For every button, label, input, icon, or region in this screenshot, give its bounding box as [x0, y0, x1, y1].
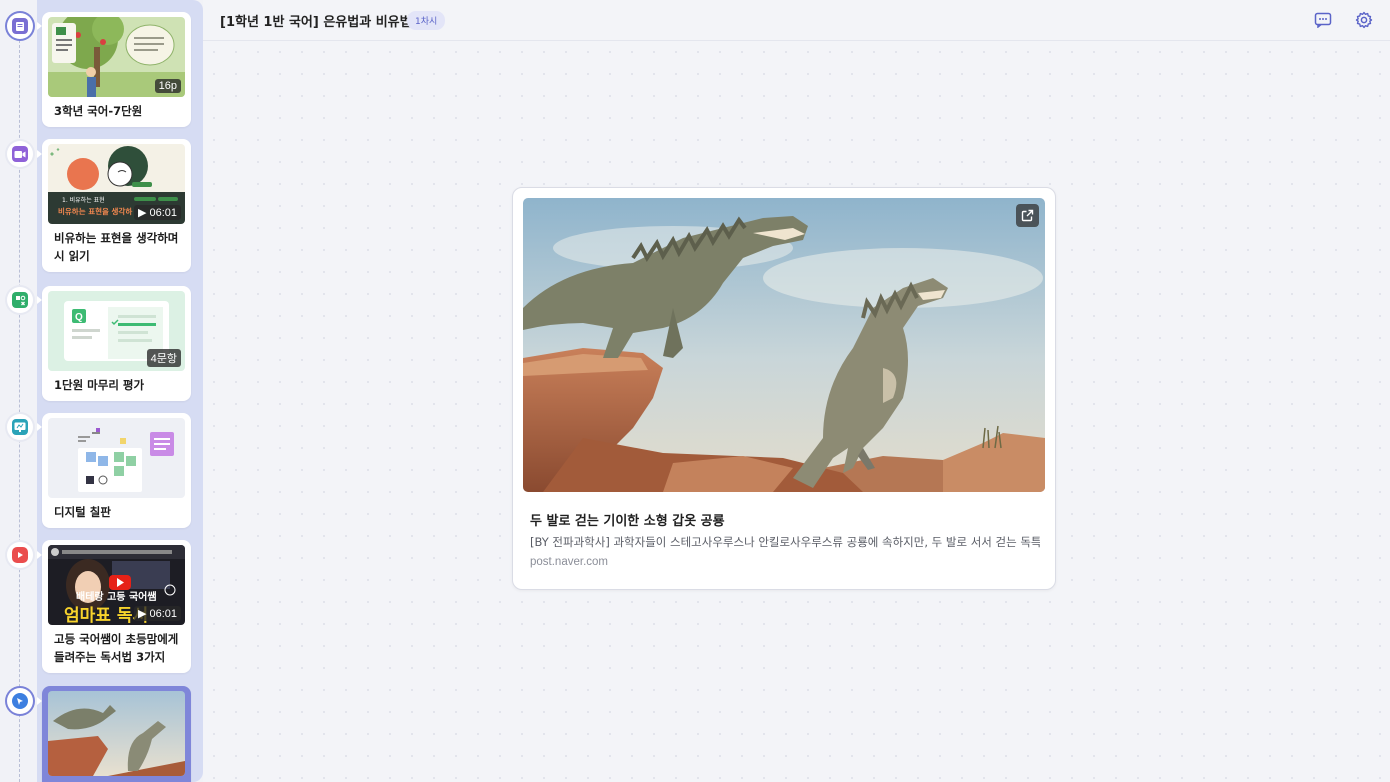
- gear-icon[interactable]: [1355, 11, 1373, 29]
- youtube-top-text: 배테랑 고등 국어쌤: [76, 590, 157, 603]
- timeline-node-quiz[interactable]: [7, 287, 42, 313]
- timeline-node-video[interactable]: [7, 141, 42, 167]
- youtube-icon: [12, 547, 28, 563]
- chat-icon[interactable]: [1314, 11, 1332, 29]
- duration-badge: ▶ 06:01: [133, 205, 181, 220]
- sidebar-item-label: 디지털 칠판: [54, 505, 111, 519]
- svg-text:Q: Q: [75, 312, 83, 323]
- external-link-icon[interactable]: [1016, 204, 1039, 227]
- sidebar-item-youtube[interactable]: 배테랑 고등 국어쌤 엄마표 독서 ▶ 06:01 고등 국어쌤이 초등맘에게 …: [42, 540, 191, 673]
- link-thumbnail: [48, 691, 185, 776]
- sidebar-item-video[interactable]: 1. 비유하는 표현 비유하는 표현을 생각하 ▶ 06:01 비유하는 표현을…: [42, 139, 191, 272]
- link-domain: post.naver.com: [530, 556, 608, 568]
- top-header: [1학년 1반 국어] 은유법과 비유법 1차시: [203, 0, 1390, 41]
- timeline-node-document[interactable]: [7, 13, 42, 39]
- session-badge: 1차시: [407, 11, 446, 30]
- timeline-node-link[interactable]: [7, 688, 42, 714]
- question-count-badge: 4문항: [146, 349, 181, 367]
- board-thumbnail: [48, 418, 185, 498]
- video-thumbnail: 1. 비유하는 표현 비유하는 표현을 생각하 ▶ 06:01: [48, 144, 185, 224]
- quiz-icon: [12, 292, 28, 308]
- link-description: [BY 전파과학사] 과학자들이 스테고사우루스나 안킬로사우루스류 공룡에 속…: [530, 535, 1040, 549]
- sidebar-item-label: 3학년 국어-7단원: [54, 104, 143, 118]
- book-icon: [12, 18, 28, 34]
- page-title: [1학년 1반 국어] 은유법과 비유법: [220, 15, 412, 30]
- page-count-badge: 16p: [154, 79, 181, 93]
- link-title: 두 발로 걷는 기이한 소형 갑옷 공룡: [530, 514, 725, 529]
- document-thumbnail: 16p: [48, 17, 185, 97]
- sidebar-item-label: 1단원 마무리 평가: [54, 378, 145, 392]
- sidebar-item-link[interactable]: [42, 686, 191, 782]
- video-icon: [12, 146, 28, 162]
- duration-badge: ▶ 06:01: [133, 606, 181, 621]
- timeline-node-youtube[interactable]: [7, 542, 42, 568]
- video-heading-text: 1. 비유하는 표현: [62, 196, 105, 204]
- sidebar-item-quiz[interactable]: Q 4문항 1단원 마무리 평가: [42, 286, 191, 401]
- board-icon: [12, 419, 28, 435]
- link-icon: [12, 693, 28, 709]
- sidebar-item-board[interactable]: 디지털 칠판: [42, 413, 191, 528]
- sidebar: 16p 3학년 국어-7단원 1. 비유하는 표현 비유하는 표현을 생각하 ▶…: [0, 0, 203, 782]
- quiz-thumbnail: Q 4문항: [48, 291, 185, 371]
- sidebar-item-label: 고등 국어쌤이 초등맘에게 들려주는 독서법 3가지: [54, 632, 179, 664]
- timeline-node-board[interactable]: [7, 414, 42, 440]
- youtube-thumbnail: 배테랑 고등 국어쌤 엄마표 독서 ▶ 06:01: [48, 545, 185, 625]
- sidebar-item-label: 비유하는 표현을 생각하며 시 읽기: [54, 231, 179, 263]
- video-caption-text: 비유하는 표현을 생각하: [58, 206, 132, 216]
- link-preview-image: [523, 198, 1045, 492]
- sidebar-item-document[interactable]: 16p 3학년 국어-7단원: [42, 12, 191, 127]
- link-preview-card[interactable]: 두 발로 걷는 기이한 소형 갑옷 공룡 [BY 전파과학사] 과학자들이 스테…: [512, 187, 1056, 590]
